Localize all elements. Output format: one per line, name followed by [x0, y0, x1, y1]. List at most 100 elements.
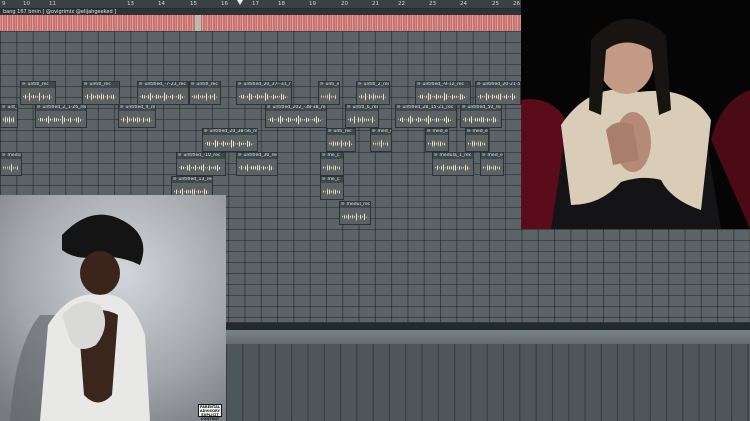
audio-clip[interactable]: ⊪ med_ec: [465, 128, 489, 152]
clip-waveform: [418, 92, 468, 102]
clip-label: ⊪ untitled_202_-38-38_rec: [266, 105, 326, 111]
audio-clip[interactable]: ⊪ untitled_-7-23_rec: [137, 81, 189, 105]
clip-waveform: [359, 92, 387, 102]
clip-waveform: [140, 92, 186, 102]
clip-label: ⊪ untitl_2_rec: [357, 82, 389, 88]
audio-clip[interactable]: ⊪ untitled_-9-12_rec: [415, 81, 471, 105]
lower-playlist-grid[interactable]: [226, 344, 750, 421]
audio-clip[interactable]: ⊪ untitled_9_rec: [118, 104, 156, 128]
audio-clip[interactable]: ⊪ untitl_rec: [20, 81, 56, 105]
album-cover-overlay: PARENTAL ADVISORY EXPLICIT CONTENT: [0, 195, 226, 421]
clip-waveform: [428, 139, 446, 149]
audio-clip[interactable]: ⊪ medul_rec: [339, 201, 371, 225]
clip-label: ⊪ med_ec: [371, 129, 391, 135]
audio-clip[interactable]: ⊪ med_ec: [425, 128, 449, 152]
master-audio-track[interactable]: [0, 15, 521, 31]
audio-clip[interactable]: ⊪ untitled_2_1-26_rec: [35, 104, 87, 128]
clip-waveform: [179, 163, 223, 173]
horizontal-scrollbar[interactable]: [226, 330, 750, 344]
clip-waveform: [398, 115, 454, 125]
clip-label: ⊪ untitled_50_rec: [461, 105, 501, 111]
audio-clip[interactable]: ⊪ untitled_20_38-56_rec: [202, 128, 258, 152]
clip-label: ⊪ untitled_-10_rec: [177, 153, 225, 159]
clip-waveform: [463, 115, 499, 125]
audio-clip[interactable]: ⊪ med_ec: [370, 128, 392, 152]
clip-label: ⊪ me_c: [321, 177, 343, 183]
audio-clip[interactable]: ⊪ medula_1_rec: [432, 152, 474, 176]
timeline-ruler[interactable]: 9 10 11 13 14 15 16 17 18 19 20 21 22 23 24 25 26: [0, 0, 521, 9]
clip-waveform: [329, 139, 353, 149]
artist-photo-overlay: [521, 0, 750, 229]
audio-clip[interactable]: ⊪ unt_ec: [0, 104, 18, 128]
clip-waveform: [38, 115, 84, 125]
clip-waveform: [3, 163, 19, 173]
clip-waveform: [239, 163, 275, 173]
clip-label: ⊪ unti_rec: [327, 129, 355, 135]
advisory-line-3: EXPLICIT CONTENT: [200, 413, 220, 421]
clip-label: ⊪ unti_ec: [319, 82, 339, 88]
clip-label: ⊪ untitl_6_rec: [346, 105, 378, 111]
audio-clip[interactable]: ⊪ med_ec: [480, 152, 504, 176]
audio-clip[interactable]: ⊪ untitled_202_-38-38_rec: [265, 104, 327, 128]
playhead-marker[interactable]: [237, 0, 243, 5]
ruler-tick-13: 13: [127, 1, 134, 7]
audio-clip[interactable]: ⊪ untitl_6_rec: [345, 104, 379, 128]
ruler-tick-21: 21: [372, 1, 379, 7]
clip-waveform: [3, 115, 15, 125]
clip-label: ⊪ unt_ec: [1, 105, 17, 111]
clip-waveform: [23, 92, 53, 102]
parental-advisory-badge: PARENTAL ADVISORY EXPLICIT CONTENT: [198, 404, 222, 421]
ruler-tick-20: 20: [341, 1, 348, 7]
clip-label: ⊪ untitl_rec: [21, 82, 55, 88]
clip-label: ⊪ untitled_28_15-21_rec: [396, 105, 456, 111]
clip-waveform: [373, 139, 389, 149]
clip-waveform: [323, 187, 341, 197]
clip-waveform: [121, 115, 153, 125]
clip-label: ⊪ med_ec: [481, 153, 503, 159]
clip-waveform: [321, 92, 337, 102]
audio-clip[interactable]: ⊪ untitl_2_rec: [356, 81, 390, 105]
clip-label: ⊪ untitled_20_37--31_rec: [237, 82, 291, 88]
ruler-tick-10: 10: [23, 1, 30, 7]
clip-label: ⊪ untitled_13_rec: [172, 177, 212, 183]
ruler-tick-17: 17: [252, 1, 259, 7]
ruler-tick-23: 23: [429, 1, 436, 7]
artist-photo: [521, 0, 750, 229]
ruler-tick-24: 24: [460, 1, 467, 7]
ruler-tick-16: 16: [221, 1, 228, 7]
ruler-tick-18: 18: [278, 1, 285, 7]
audio-clip[interactable]: ⊪ unti_ec: [318, 81, 340, 105]
master-track-selection: [195, 15, 201, 31]
audio-clip[interactable]: ⊪ me_c: [320, 152, 344, 176]
clip-label: ⊪ untitled_30_rec: [237, 153, 277, 159]
ruler-tick-25: 25: [492, 1, 499, 7]
clip-label: ⊪ untitled_20-21-59: [476, 82, 520, 88]
audio-clip[interactable]: ⊪ unti_rec: [326, 128, 356, 152]
clip-waveform: [268, 115, 324, 125]
clip-label: ⊪ untitled_20_38-56_rec: [203, 129, 257, 135]
audio-clip[interactable]: ⊪ untitled_20-21-59: [475, 81, 521, 105]
audio-clip[interactable]: ⊪ me_c: [320, 176, 344, 200]
audio-clip[interactable]: ⊪ untitled_20_37--31_rec: [236, 81, 292, 105]
audio-clip[interactable]: ⊪ untitled_-10_rec: [176, 152, 226, 176]
audio-clip[interactable]: ⊪ untitled_30_rec: [236, 152, 278, 176]
ruler-tick-11: 11: [49, 1, 56, 7]
ruler-tick-9: 9: [2, 1, 6, 7]
audio-clip[interactable]: ⊪ untitl_rec: [82, 81, 120, 105]
clip-label: ⊪ untitled_-7-23_rec: [138, 82, 188, 88]
ruler-tick-22: 22: [398, 1, 405, 7]
audio-clip[interactable]: ⊪ untitl_rec: [189, 81, 221, 105]
audio-clip[interactable]: ⊪ media_ec: [0, 152, 22, 176]
audio-clip[interactable]: ⊪ untitled_50_rec: [460, 104, 502, 128]
clip-label: ⊪ untitl_rec: [83, 82, 119, 88]
ruler-tick-15: 15: [190, 1, 197, 7]
clip-waveform: [342, 212, 368, 222]
clip-label: ⊪ medul_rec: [340, 202, 370, 208]
audio-clip[interactable]: ⊪ untitled_28_15-21_rec: [395, 104, 457, 128]
clip-waveform: [323, 163, 341, 173]
clip-label: ⊪ untitl_rec: [190, 82, 220, 88]
clip-waveform: [239, 92, 289, 102]
clip-waveform: [483, 163, 501, 173]
ruler-tick-19: 19: [309, 1, 316, 7]
clip-label: ⊪ untitled_9_rec: [119, 105, 155, 111]
